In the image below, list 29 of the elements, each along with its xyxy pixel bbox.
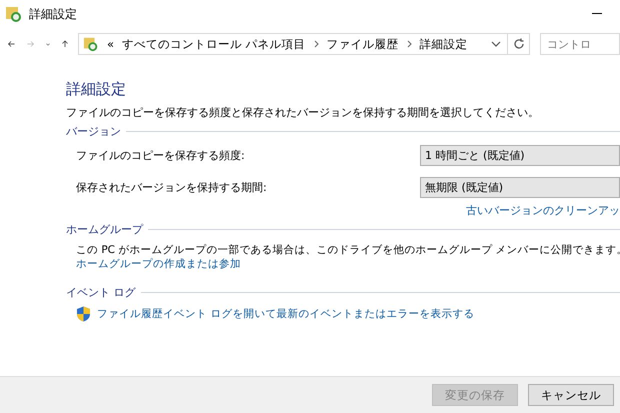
event-log-link[interactable]: ファイル履歴イベント ログを開いて最新のイベントまたはエラーを表示する bbox=[97, 307, 474, 321]
dropdown[interactable]: 無期限 (既定値) bbox=[420, 176, 620, 198]
page-heading: 詳細設定 bbox=[66, 80, 127, 99]
window-title: 詳細設定 bbox=[29, 6, 77, 22]
dropdown[interactable]: 1 時間ごと (既定値) bbox=[420, 144, 620, 166]
breadcrumb-item[interactable]: ファイル履歴 bbox=[326, 36, 399, 52]
address-bar[interactable]: « すべてのコントロール パネル項目 ファイル履歴 詳細設定 bbox=[78, 33, 508, 55]
cleanup-link[interactable]: 古いバージョンのクリーンアッ bbox=[466, 203, 620, 218]
section-title: イベント ログ bbox=[66, 285, 136, 300]
refresh-button[interactable] bbox=[508, 33, 530, 55]
breadcrumb-item[interactable]: 詳細設定 bbox=[420, 36, 468, 52]
chevron-right-icon bbox=[314, 40, 319, 48]
homegroup-link[interactable]: ホームグループの作成または参加 bbox=[76, 258, 241, 270]
setting-label: 保存されたバージョンを保持する期間: bbox=[76, 180, 268, 194]
folder-clock-icon bbox=[5, 5, 23, 23]
setting-label: ファイルのコピーを保存する頻度: bbox=[76, 148, 246, 162]
dialog-button[interactable]: キャンセル bbox=[528, 384, 614, 406]
section-title: ホームグループ bbox=[66, 222, 143, 237]
chevron-right-icon bbox=[406, 40, 412, 48]
search-field[interactable]: コントロ bbox=[540, 33, 620, 55]
breadcrumb-item[interactable]: すべてのコントロール パネル項目 bbox=[122, 36, 306, 52]
minimize-icon[interactable] bbox=[592, 13, 602, 15]
description-text: ファイルのコピーを保存する頻度と保存されたバージョンを保持する期間を選択してください。 bbox=[66, 105, 540, 120]
section-title: バージョン bbox=[66, 124, 121, 139]
shield-icon bbox=[76, 306, 91, 322]
folder-clock-icon bbox=[83, 36, 99, 52]
refresh-icon bbox=[512, 38, 524, 50]
breadcrumb-overflow[interactable]: « bbox=[107, 37, 114, 51]
chevron-down-icon[interactable] bbox=[491, 41, 501, 47]
